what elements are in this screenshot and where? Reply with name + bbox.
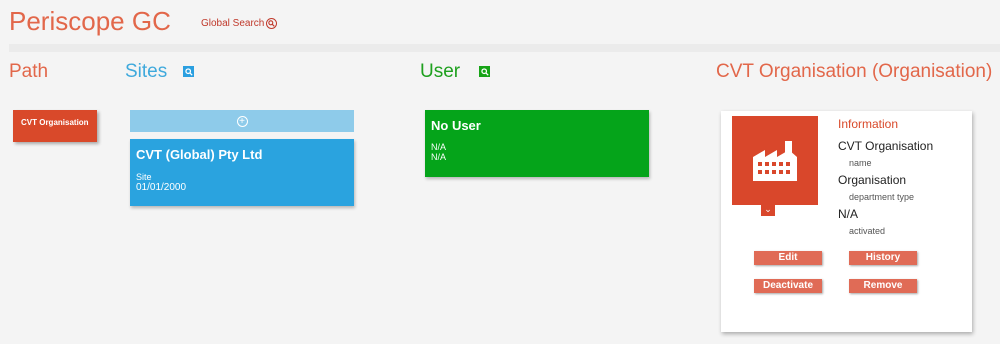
site-card[interactable]: CVT (Global) Pty Ltd Site 01/01/2000 <box>130 139 354 206</box>
activated-label: activated <box>849 226 886 236</box>
site-type: Site <box>136 172 152 182</box>
add-site-button[interactable]: + <box>130 110 354 132</box>
site-name: CVT (Global) Pty Ltd <box>136 147 263 162</box>
department-type-label: department type <box>849 192 915 202</box>
remove-button[interactable]: Remove <box>849 279 917 293</box>
user-line-2: N/A <box>431 152 447 162</box>
sites-heading: Sites <box>125 61 168 82</box>
app-title: Periscope GC <box>9 6 171 36</box>
global-search-link[interactable]: Global Search <box>201 18 278 29</box>
user-search-icon[interactable] <box>479 66 490 77</box>
global-search-label: Global Search <box>201 18 265 29</box>
activated-value: N/A <box>838 207 859 221</box>
user-line-1: N/A <box>431 142 447 152</box>
site-date: 01/01/2000 <box>136 182 187 193</box>
deactivate-button[interactable]: Deactivate <box>754 279 822 293</box>
path-item[interactable]: CVT Organisation <box>13 110 97 142</box>
information-heading: Information <box>838 117 899 131</box>
header-divider <box>9 44 1000 52</box>
org-name-label: name <box>849 158 872 168</box>
user-card[interactable]: No User N/A N/A <box>425 110 649 177</box>
plus-icon: + <box>236 115 248 127</box>
factory-icon <box>732 116 818 205</box>
org-heading: CVT Organisation (Organisation) <box>716 61 993 82</box>
history-button[interactable]: History <box>849 251 917 265</box>
edit-button[interactable]: Edit <box>754 251 822 265</box>
path-heading: Path <box>9 61 49 82</box>
org-name-value: CVT Organisation <box>838 139 934 153</box>
user-name: No User <box>431 118 481 133</box>
user-heading: User <box>420 61 461 82</box>
department-type-value: Organisation <box>838 173 907 187</box>
org-detail-card: ⌄ Information CVT Organisation name Orga… <box>721 111 972 332</box>
sites-search-icon[interactable] <box>183 66 194 77</box>
chevron-down-icon[interactable]: ⌄ <box>761 204 775 216</box>
search-icon <box>266 18 278 29</box>
